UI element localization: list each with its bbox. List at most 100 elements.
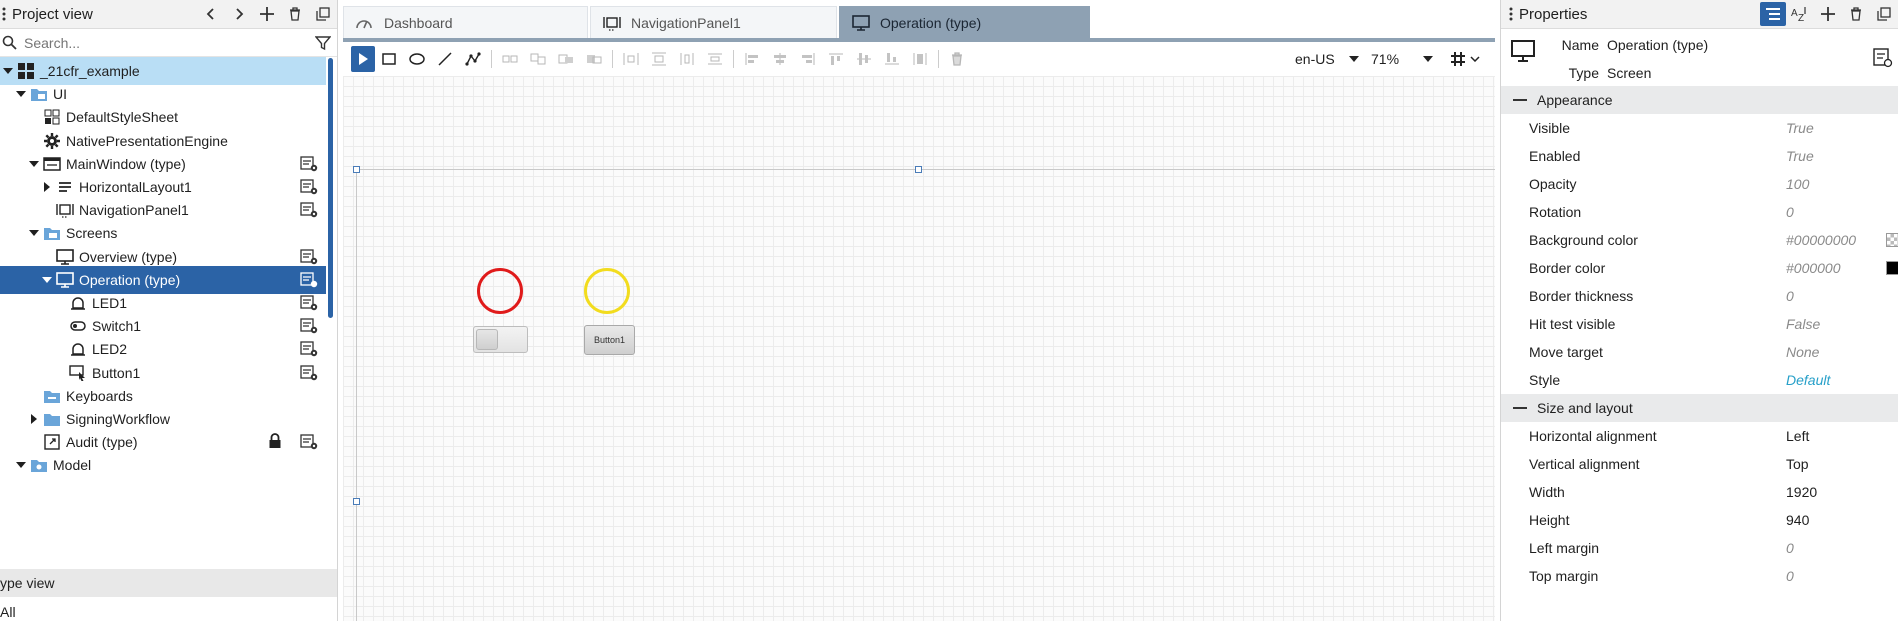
design-canvas[interactable]: Button1 [343, 76, 1495, 621]
property-left-margin[interactable]: Left margin 0 [1501, 534, 1898, 562]
property-value[interactable]: 940 [1786, 512, 1809, 528]
led1-widget[interactable] [477, 268, 523, 314]
toolbar-delete-button[interactable] [943, 46, 971, 72]
tree-item-model[interactable]: Model [0, 451, 326, 479]
align-bottom-button[interactable] [878, 46, 906, 72]
expand-down-icon[interactable] [39, 272, 55, 288]
property-style[interactable]: Style Default [1501, 366, 1898, 394]
grid-options-button[interactable] [1445, 47, 1485, 71]
property-border-thickness[interactable]: Border thickness 0 [1501, 282, 1898, 310]
edit-type-icon[interactable] [300, 434, 318, 450]
zoom-dropdown[interactable]: 71% [1367, 46, 1437, 72]
edit-type-icon[interactable] [1873, 48, 1893, 68]
property-value[interactable]: 0 [1786, 204, 1794, 220]
group-button[interactable] [496, 46, 524, 72]
edit-type-icon[interactable] [300, 341, 318, 357]
property-value[interactable]: None [1786, 344, 1819, 360]
expand-down-icon[interactable] [13, 86, 29, 102]
align-left-button[interactable] [738, 46, 766, 72]
property-value[interactable]: False [1786, 316, 1820, 332]
button1-widget[interactable]: Button1 [584, 325, 635, 355]
align-right-button[interactable] [794, 46, 822, 72]
property-vertical-alignment[interactable]: Vertical alignment Top [1501, 450, 1898, 478]
size-layout-section-header[interactable]: Size and layout [1501, 394, 1898, 422]
resize-handle-top-left[interactable] [353, 166, 360, 173]
polyline-tool-button[interactable] [459, 46, 487, 72]
appearance-section-header[interactable]: Appearance [1501, 86, 1898, 114]
property-value[interactable]: Top [1786, 456, 1809, 472]
send-backward-button[interactable] [580, 46, 608, 72]
property-value[interactable]: 0 [1786, 288, 1794, 304]
expand-down-icon[interactable] [13, 457, 29, 473]
type-view-filter[interactable]: All [0, 604, 16, 620]
expand-down-icon[interactable] [26, 156, 42, 172]
edit-type-icon[interactable] [300, 248, 318, 265]
categorized-view-button[interactable] [1760, 2, 1786, 26]
add-button[interactable] [253, 0, 281, 28]
rectangle-tool-button[interactable] [375, 46, 403, 72]
property-visible[interactable]: Visible True [1501, 114, 1898, 142]
property-hit-test-visible[interactable]: Hit test visible False [1501, 310, 1898, 338]
property-value[interactable]: #00000000 [1786, 232, 1856, 248]
copy-button[interactable] [309, 0, 337, 28]
sort-az-button[interactable]: AZ [1786, 0, 1814, 28]
tab-navigationpanel1[interactable]: NavigationPanel1 [590, 6, 837, 38]
property-rotation[interactable]: Rotation 0 [1501, 198, 1898, 226]
property-value[interactable]: 0 [1786, 540, 1794, 556]
expand-right-icon[interactable] [39, 179, 55, 195]
type-view-header[interactable]: ype view [0, 569, 337, 597]
add-property-button[interactable] [1814, 0, 1842, 28]
align-top-button[interactable] [822, 46, 850, 72]
back-button[interactable] [197, 0, 225, 28]
property-value[interactable]: Default [1786, 372, 1830, 388]
project-search-input[interactable] [22, 30, 315, 55]
property-height[interactable]: Height 940 [1501, 506, 1898, 534]
property-border-color[interactable]: Border color #000000 [1501, 254, 1898, 282]
property-width[interactable]: Width 1920 [1501, 478, 1898, 506]
ungroup-button[interactable] [524, 46, 552, 72]
property-enabled[interactable]: Enabled True [1501, 142, 1898, 170]
property-value[interactable]: True [1786, 148, 1814, 164]
property-value[interactable]: Left [1786, 428, 1809, 444]
align-middle-button[interactable] [850, 46, 878, 72]
edit-type-icon[interactable] [300, 364, 318, 381]
align-center-button[interactable] [766, 46, 794, 72]
edit-type-icon[interactable] [300, 156, 318, 172]
property-background-color[interactable]: Background color #00000000 [1501, 226, 1898, 254]
property-value[interactable]: True [1786, 120, 1814, 136]
edit-type-icon[interactable] [300, 202, 318, 218]
edit-type-icon[interactable] [300, 295, 318, 311]
property-value[interactable]: 100 [1786, 176, 1809, 192]
select-tool-button[interactable] [351, 46, 375, 72]
filter-icon[interactable] [315, 35, 331, 51]
remove-property-button[interactable] [1842, 0, 1870, 28]
distribute-vertical-button[interactable] [645, 46, 673, 72]
property-value[interactable]: #000000 [1786, 260, 1841, 276]
edit-type-icon[interactable] [300, 318, 318, 334]
property-opacity[interactable]: Opacity 100 [1501, 170, 1898, 198]
forward-button[interactable] [225, 0, 253, 28]
tab-operation-type[interactable]: Operation (type) [839, 6, 1090, 38]
switch1-widget[interactable] [473, 326, 528, 353]
led2-widget[interactable] [584, 268, 630, 314]
edit-type-icon[interactable] [300, 179, 318, 195]
resize-handle-middle-left[interactable] [353, 498, 360, 505]
ellipse-tool-button[interactable] [403, 46, 431, 72]
tab-dashboard[interactable]: Dashboard [343, 6, 588, 38]
expand-down-icon[interactable] [0, 63, 16, 79]
distribute-horizontal-button[interactable] [617, 46, 645, 72]
property-horizontal-alignment[interactable]: Horizontal alignment Left [1501, 422, 1898, 450]
space-vertical-button[interactable] [701, 46, 729, 72]
color-swatch[interactable] [1886, 261, 1898, 275]
delete-button[interactable] [281, 0, 309, 28]
project-tree-scrollbar[interactable] [328, 58, 333, 318]
resize-handle-top-middle[interactable] [915, 166, 922, 173]
panel-menu-icon[interactable] [1509, 7, 1513, 21]
name-value[interactable]: Operation (type) [1607, 37, 1708, 53]
expand-down-icon[interactable] [26, 225, 42, 241]
locale-dropdown[interactable]: en-US [1291, 46, 1363, 72]
space-horizontal-button[interactable] [673, 46, 701, 72]
bring-forward-button[interactable] [552, 46, 580, 72]
property-move-target[interactable]: Move target None [1501, 338, 1898, 366]
expand-right-icon[interactable] [26, 411, 42, 427]
